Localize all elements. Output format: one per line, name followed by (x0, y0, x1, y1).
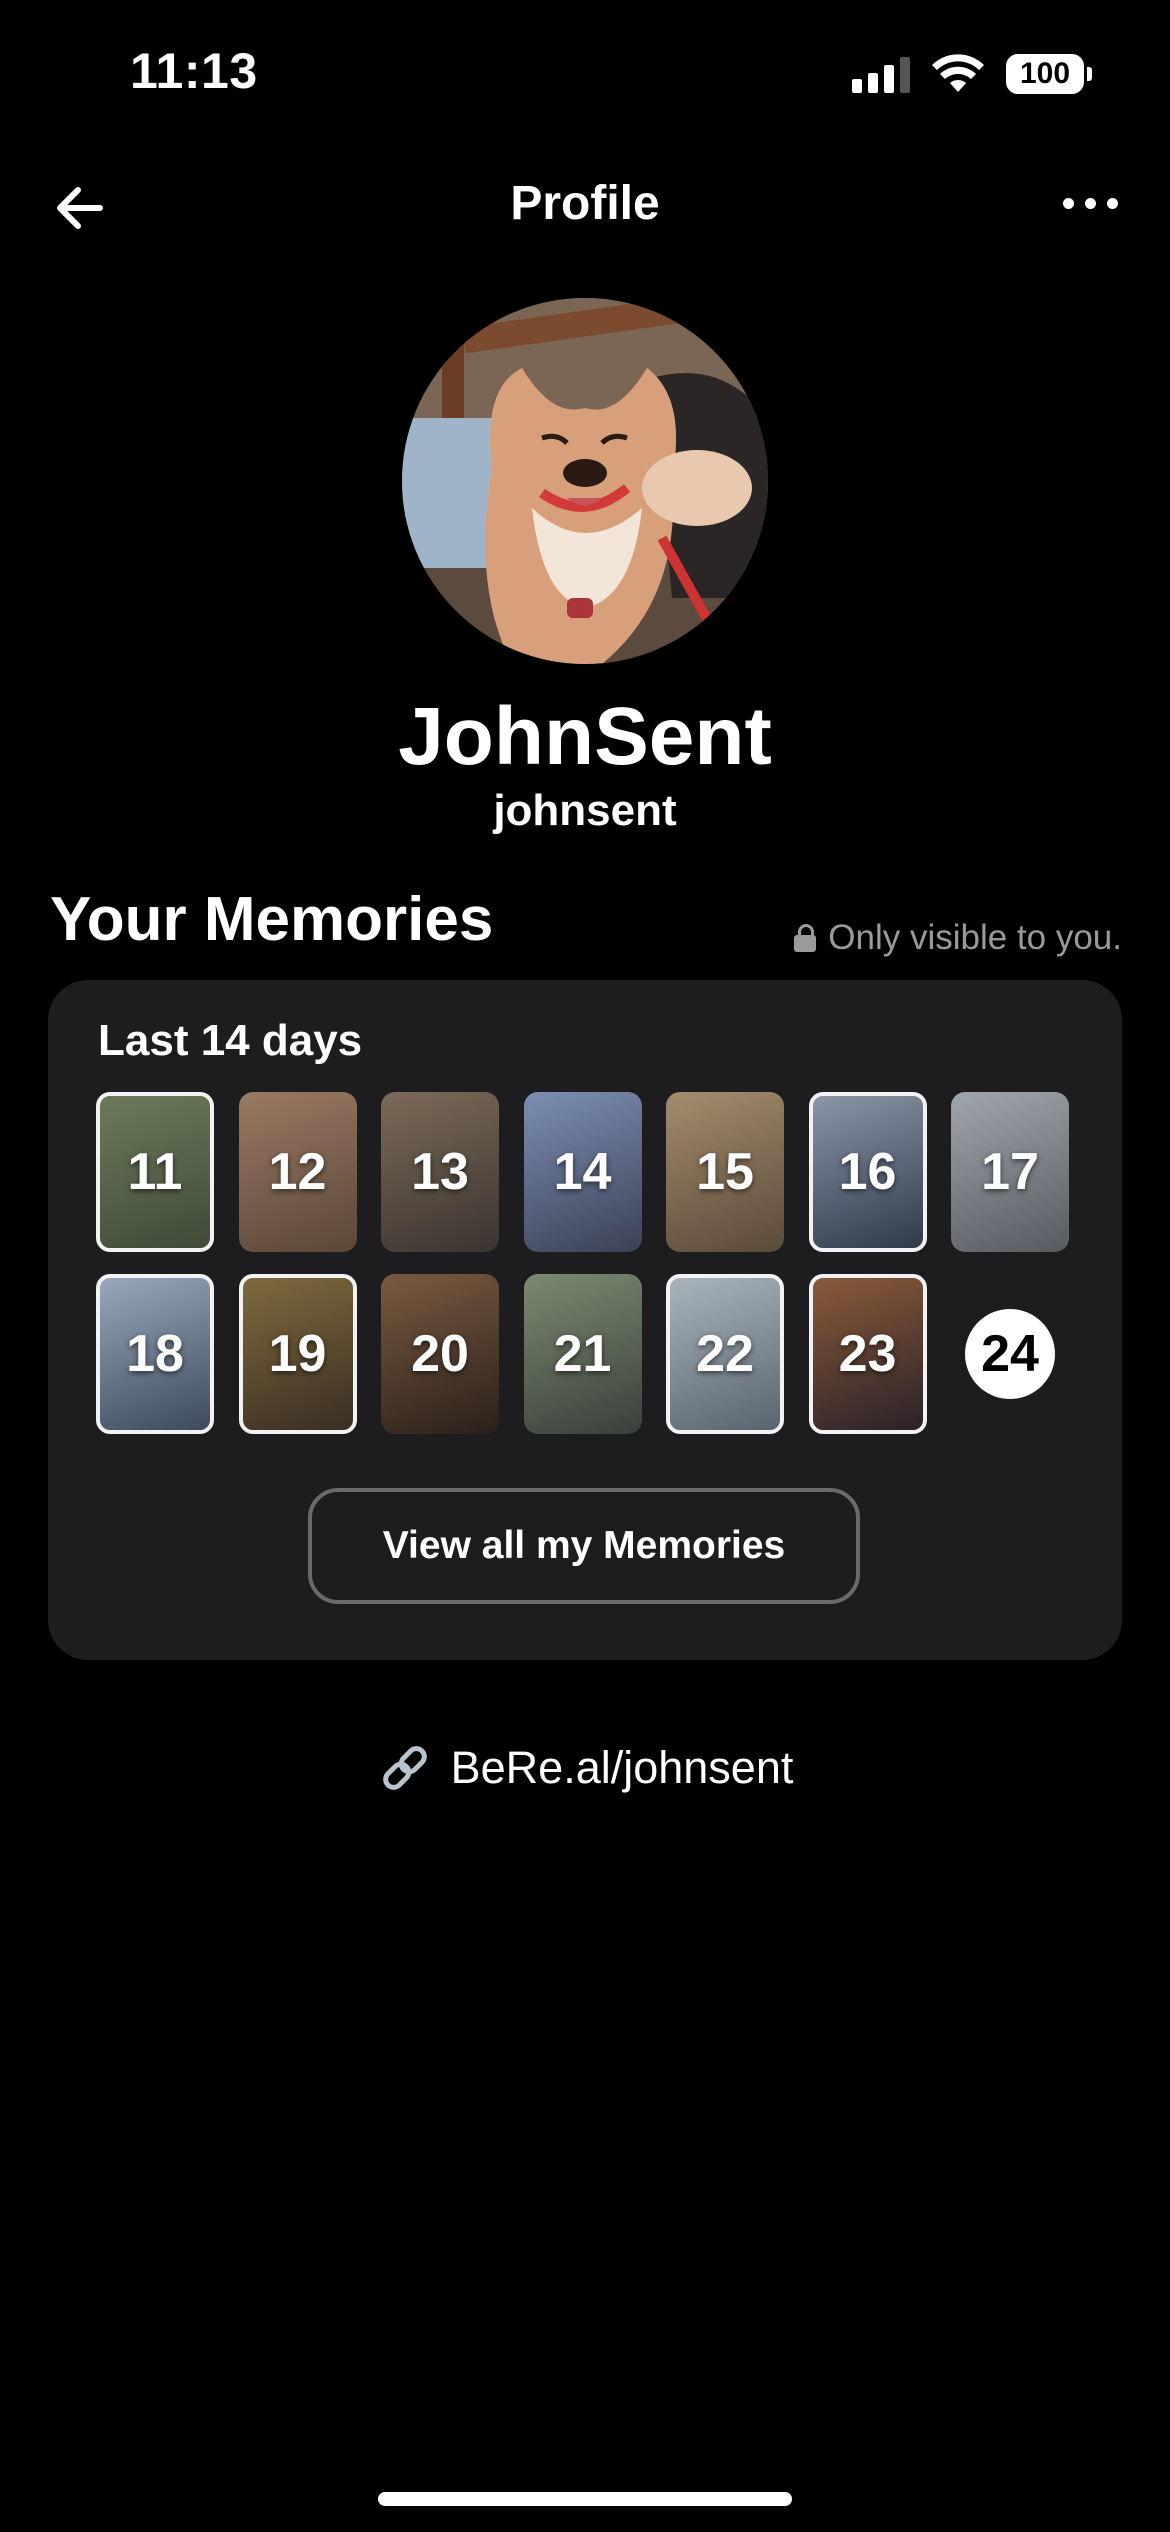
memory-day-number: 16 (838, 1143, 897, 1201)
memory-day-tile[interactable]: 23 (808, 1274, 927, 1434)
memory-day-number: 12 (268, 1143, 327, 1201)
lock-icon (794, 924, 817, 952)
memory-day-number: 13 (411, 1143, 469, 1201)
memory-day-number: 19 (268, 1325, 327, 1383)
battery-icon: 100 (1006, 54, 1092, 94)
username: johnsent (493, 786, 677, 835)
memory-day-number: 23 (838, 1325, 897, 1383)
memory-day-number: 18 (126, 1325, 184, 1383)
share-link-text: BeRe.al/johnsent (450, 1742, 794, 1793)
view-all-memories-button[interactable]: View all my Memories (308, 1488, 860, 1604)
memory-day-tile[interactable]: 18 (96, 1274, 214, 1434)
today-day-badge[interactable]: 24 (965, 1309, 1055, 1399)
memory-day-tile[interactable]: 15 (666, 1092, 784, 1252)
memory-day-tile[interactable]: 11 (96, 1092, 214, 1252)
memory-day-tile[interactable]: 16 (808, 1092, 927, 1252)
avatar[interactable] (402, 298, 768, 664)
battery-level: 100 (1006, 54, 1084, 94)
memory-day-tile[interactable]: 12 (238, 1092, 357, 1252)
display-name: JohnSent (398, 691, 772, 782)
privacy-note: Only visible to you. (794, 918, 1122, 958)
link-icon (382, 1746, 427, 1790)
memory-day-tile[interactable]: 13 (381, 1092, 499, 1252)
memories-card: Last 14 days 11 12 13 14 15 16 17 18 19 20 21 22 23 2… (48, 980, 1122, 1660)
profile-screen: 11:13 100 Profile JohnSent johnsent Your… (0, 0, 1170, 2532)
privacy-note-text: Only visible to you. (828, 918, 1122, 957)
wifi-icon (932, 54, 984, 92)
memory-day-number: 20 (411, 1325, 469, 1383)
period-label: Last 14 days (98, 1016, 363, 1065)
status-time: 11:13 (130, 43, 258, 99)
memory-day-number: 14 (553, 1143, 612, 1201)
page-title: Profile (510, 177, 660, 230)
memory-day-tile[interactable]: 20 (381, 1274, 499, 1434)
memory-day-tile[interactable]: 17 (951, 1092, 1069, 1252)
home-indicator[interactable] (378, 2492, 792, 2506)
memory-day-number: 17 (981, 1143, 1039, 1201)
memory-day-number: 21 (553, 1325, 612, 1383)
share-link[interactable]: BeRe.al/johnsent (0, 1740, 1170, 1796)
memory-day-number: 15 (696, 1143, 754, 1201)
memory-day-number: 11 (127, 1143, 183, 1201)
memory-day-tile[interactable]: 14 (523, 1092, 642, 1252)
signal-icon (852, 55, 910, 93)
status-icons: 100 (852, 54, 1092, 94)
more-icon[interactable] (1063, 198, 1118, 209)
memory-day-number: 22 (696, 1325, 754, 1383)
memories-title: Your Memories (50, 885, 494, 954)
memory-day-tile[interactable]: 22 (666, 1274, 784, 1434)
memory-day-tile[interactable]: 21 (523, 1274, 642, 1434)
memory-day-tile[interactable]: 19 (238, 1274, 357, 1434)
